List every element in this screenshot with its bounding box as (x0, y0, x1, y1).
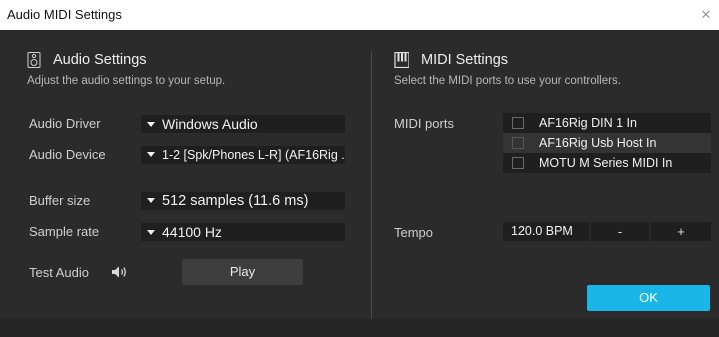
bottom-strip (0, 319, 719, 337)
midi-ports-label: MIDI ports (394, 116, 454, 131)
midi-port-row[interactable]: AF16Rig DIN 1 In (503, 113, 711, 133)
audio-midi-settings-window: Audio MIDI Settings ✕ Audio Settings Adj… (0, 0, 719, 337)
buffer-size-value: 512 samples (11.6 ms) (162, 193, 309, 209)
audio-driver-dropdown[interactable]: Windows Audio (141, 115, 345, 133)
sample-rate-value: 44100 Hz (162, 224, 222, 240)
midi-settings-heading: MIDI Settings (394, 52, 508, 68)
buffer-size-label: Buffer size (29, 193, 91, 208)
tempo-label: Tempo (394, 225, 434, 240)
tempo-increase-button[interactable]: + (651, 222, 711, 241)
midi-port-name: AF16Rig DIN 1 In (539, 116, 637, 130)
window-title: Audio MIDI Settings (7, 7, 122, 22)
caret-down-icon (147, 152, 155, 157)
sample-rate-label: Sample rate (29, 224, 100, 239)
midi-port-row[interactable]: MOTU M Series MIDI In (503, 153, 711, 173)
midi-port-checkbox[interactable] (512, 157, 524, 169)
volume-icon (112, 266, 126, 278)
title-bar: Audio MIDI Settings ✕ (0, 0, 719, 30)
midi-ports-list: AF16Rig DIN 1 In AF16Rig Usb Host In MOT… (503, 113, 711, 173)
audio-driver-value: Windows Audio (162, 116, 258, 132)
audio-settings-title: Audio Settings (53, 52, 147, 68)
audio-settings-hint: Adjust the audio settings to your setup. (27, 75, 226, 87)
midi-port-name: MOTU M Series MIDI In (539, 156, 673, 170)
caret-down-icon (147, 122, 155, 127)
caret-down-icon (147, 198, 155, 203)
audio-device-label: Audio Device (29, 147, 106, 162)
audio-settings-heading: Audio Settings (27, 52, 147, 68)
buffer-size-dropdown[interactable]: 512 samples (11.6 ms) (141, 192, 345, 210)
tempo-value-field[interactable]: 120.0 BPM (503, 222, 589, 241)
midi-settings-title: MIDI Settings (421, 52, 509, 68)
speaker-icon (27, 52, 41, 68)
test-audio-label: Test Audio (29, 265, 89, 280)
midi-port-checkbox[interactable] (512, 117, 524, 129)
tempo-decrease-button[interactable]: - (591, 222, 649, 241)
midi-port-row[interactable]: AF16Rig Usb Host In (503, 133, 711, 153)
audio-driver-label: Audio Driver (29, 116, 101, 131)
midi-port-checkbox[interactable] (512, 137, 524, 149)
panel-divider (371, 51, 372, 319)
play-button[interactable]: Play (182, 259, 303, 285)
ok-button[interactable]: OK (587, 285, 710, 311)
caret-down-icon (147, 230, 155, 235)
audio-device-dropdown[interactable]: 1-2 [Spk/Phones L-R] (AF16Rig ... (141, 146, 345, 164)
midi-port-name: AF16Rig Usb Host In (539, 136, 657, 150)
audio-device-value: 1-2 [Spk/Phones L-R] (AF16Rig ... (162, 148, 345, 162)
sample-rate-dropdown[interactable]: 44100 Hz (141, 223, 345, 241)
piano-keys-icon (394, 52, 409, 68)
midi-settings-hint: Select the MIDI ports to use your contro… (394, 75, 621, 87)
close-icon[interactable]: ✕ (699, 0, 713, 30)
